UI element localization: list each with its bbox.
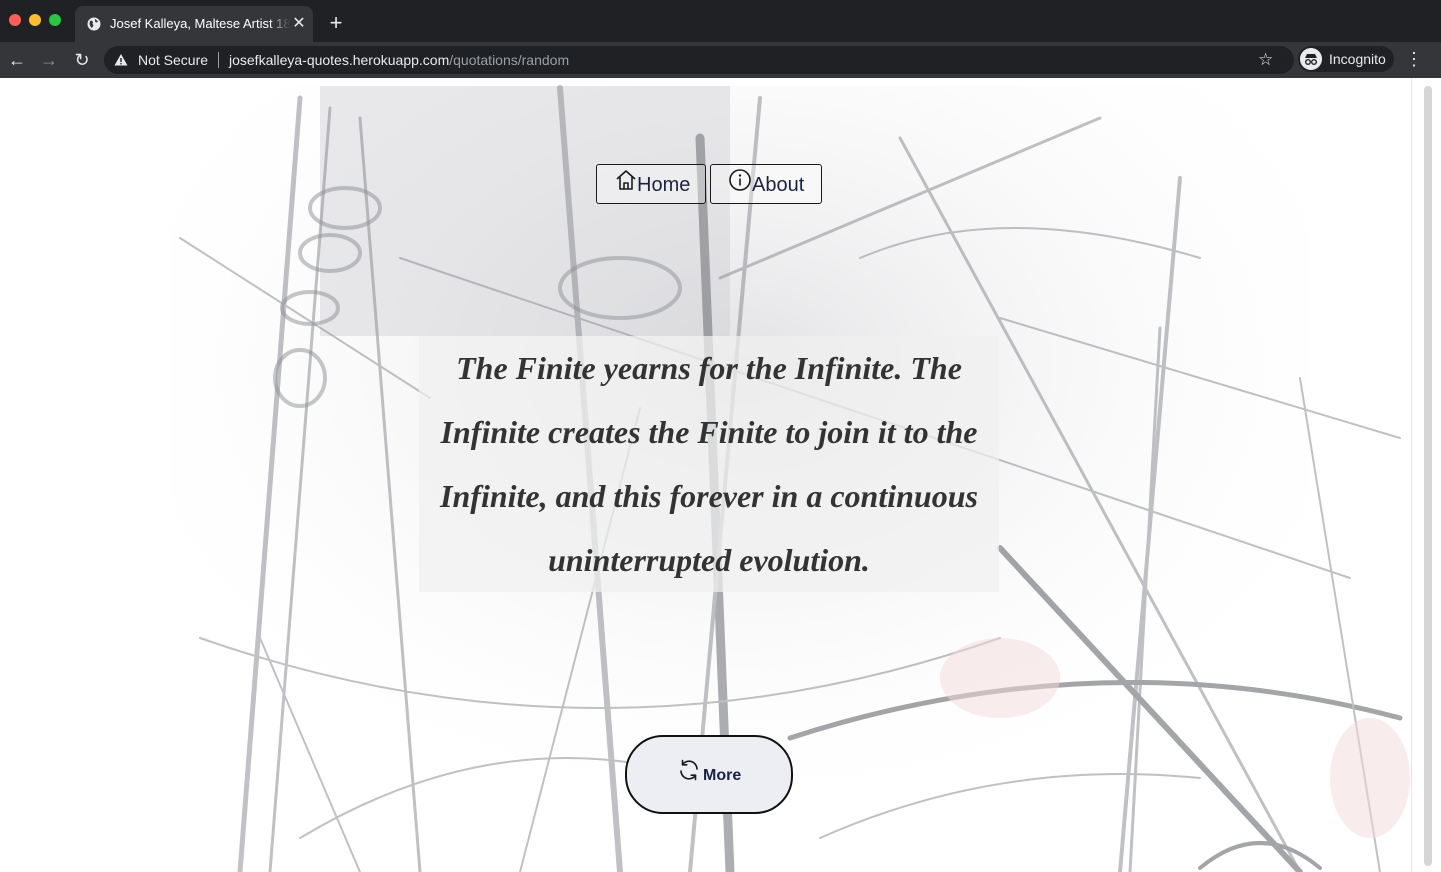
incognito-badge[interactable]: Incognito — [1298, 46, 1394, 72]
home-icon — [616, 170, 636, 190]
minimize-window-button[interactable] — [29, 14, 41, 26]
address-separator — [218, 52, 219, 68]
browser-tab[interactable]: Josef Kalleya, Maltese Artist 1898 ✕ — [75, 6, 313, 42]
home-nav-button[interactable]: Home — [596, 164, 706, 204]
reload-icon[interactable]: ↻ — [72, 50, 92, 70]
browser-toolbar: ← → ↻ Not Secure josefkalleya-quotes.her… — [0, 42, 1441, 78]
browser-titlebar: Josef Kalleya, Maltese Artist 1898 ✕ + — [0, 0, 1441, 42]
incognito-icon — [1300, 48, 1322, 70]
close-window-button[interactable] — [9, 14, 21, 26]
back-arrow-icon[interactable]: ← — [7, 50, 27, 70]
about-nav-label: About — [752, 174, 805, 196]
url-text[interactable]: josefkalleya-quotes.herokuapp.com/quotat… — [229, 52, 569, 68]
home-nav-label: Home — [637, 174, 691, 196]
url-host: josefkalleya-quotes.herokuapp.com — [229, 52, 450, 68]
about-nav-button[interactable]: About — [710, 164, 822, 204]
incognito-label: Incognito — [1329, 51, 1386, 67]
refresh-icon — [680, 759, 698, 781]
page-viewport: Home About The Finite yearns for the Inf… — [0, 78, 1441, 872]
warning-icon — [114, 54, 128, 66]
bookmark-star-icon[interactable]: ☆ — [1258, 50, 1273, 70]
close-tab-icon[interactable]: ✕ — [291, 16, 307, 32]
new-tab-icon[interactable]: + — [325, 12, 347, 34]
maximize-window-button[interactable] — [49, 14, 61, 26]
url-path: /quotations/random — [449, 52, 570, 68]
info-icon — [729, 169, 751, 191]
tab-title: Josef Kalleya, Maltese Artist 1898 — [110, 16, 290, 31]
scrollbar-thumb[interactable] — [1424, 86, 1432, 866]
globe-icon — [87, 17, 101, 31]
more-button-label: More — [703, 767, 742, 784]
browser-menu-icon[interactable]: ⋮ — [1404, 48, 1424, 70]
forward-arrow-icon[interactable]: → — [39, 50, 59, 70]
quote-text: The Finite yearns for the Infinite. The … — [440, 350, 978, 578]
more-quotes-button[interactable]: More — [625, 735, 793, 814]
security-label[interactable]: Not Secure — [138, 52, 208, 68]
address-bar[interactable]: Not Secure josefkalleya-quotes.herokuapp… — [104, 46, 1294, 74]
